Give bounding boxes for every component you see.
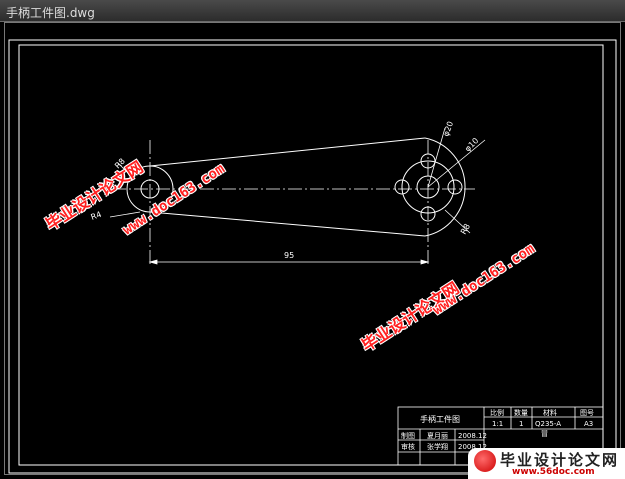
- cad-drawing: 95 R8 R4 φ20 φ10 R8 手柄工件图 比例 1:1 数量 1 材料…: [8, 39, 617, 474]
- tb-drawing-no-label: 图号: [580, 409, 594, 417]
- dim-length-text: 95: [284, 251, 294, 260]
- dim-dia-hole-text: φ20: [441, 120, 455, 138]
- dim-dia-outer-text: φ10: [463, 136, 480, 153]
- right-right-hole: [447, 179, 463, 195]
- tb-scale-label: 比例: [490, 408, 504, 417]
- dim-r-left-small-text: R4: [90, 210, 103, 222]
- logo-url: www.56doc.com: [512, 467, 595, 477]
- title-block-texts: 手柄工件图 比例 1:1 数量 1 材料 Q235-A 图号 A3 冒 制图 夏…: [401, 408, 594, 451]
- tb-checked-name: 张学翔: [427, 442, 448, 451]
- tb-material-value: Q235-A: [535, 420, 561, 428]
- tb-drawn-label: 制图: [401, 431, 415, 440]
- tb-part-name: 手柄工件图: [420, 414, 460, 424]
- dimension-texts: 95 R8 R4 φ20 φ10 R8: [90, 120, 481, 260]
- tb-qty-label: 数量: [514, 408, 528, 417]
- upper-edge: [149, 137, 426, 167]
- tb-drawn-name: 夏月丽: [427, 432, 448, 440]
- site-logo: 毕业设计论文网 www.56doc.com: [468, 448, 625, 479]
- tb-drawing-no-value: A3: [584, 420, 593, 428]
- tb-extra: 冒: [541, 430, 548, 438]
- tb-scale-value: 1:1: [492, 420, 503, 428]
- tb-material-label: 材料: [543, 408, 557, 417]
- logo-badge-icon: [474, 450, 496, 472]
- tb-qty-value: 1: [519, 420, 523, 428]
- tb-checked-label: 审核: [401, 442, 415, 451]
- lower-edge: [149, 211, 426, 237]
- right-head-arc: [424, 137, 466, 237]
- tb-drawn-date: 2008.12: [458, 432, 487, 440]
